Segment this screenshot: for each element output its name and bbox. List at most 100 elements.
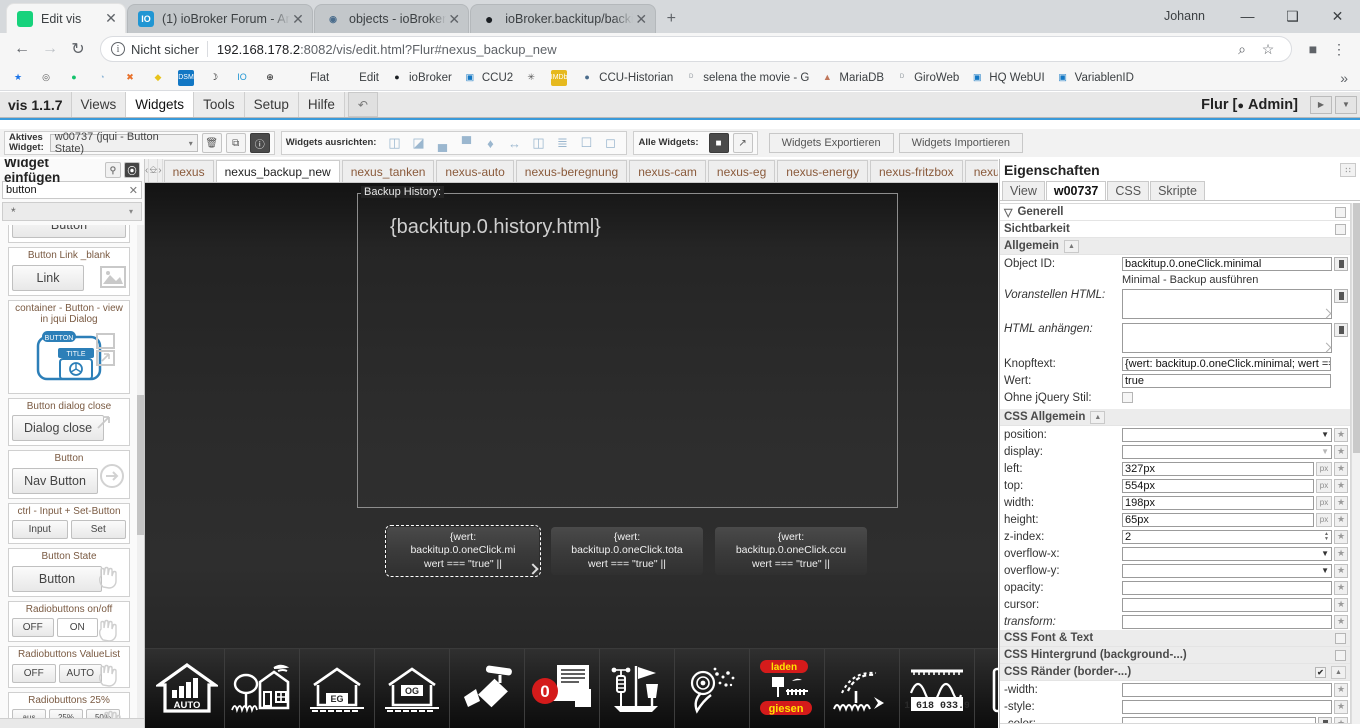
- dock-item-garden-house[interactable]: [225, 649, 300, 728]
- lock-icon[interactable]: ■: [708, 133, 729, 153]
- maximize-icon[interactable]: ❑: [1270, 0, 1315, 32]
- object-picker-icon[interactable]: [1334, 256, 1348, 271]
- wert-input[interactable]: true: [1122, 373, 1331, 388]
- backup-history-box[interactable]: {backitup.0.history.html}: [357, 193, 898, 508]
- group-checkbox[interactable]: [1335, 649, 1346, 661]
- drag-handle-icon[interactable]: ∷: [1340, 163, 1356, 177]
- palette-filter-select[interactable]: * ▾: [2, 202, 142, 221]
- width-input[interactable]: 198px: [1122, 495, 1314, 510]
- border-style-input[interactable]: [1122, 699, 1332, 714]
- bind-star-icon[interactable]: ★: [1334, 478, 1348, 493]
- group-css-font[interactable]: CSS Font & Text: [1000, 630, 1350, 647]
- align-v-center-icon[interactable]: ♦: [480, 133, 500, 153]
- bookmark-item[interactable]: ✖: [118, 67, 146, 89]
- bind-star-icon[interactable]: ★: [1334, 716, 1348, 723]
- new-tab-button[interactable]: +: [657, 5, 685, 33]
- list-item[interactable]: Button Nav Button: [8, 450, 130, 499]
- view-tab-nexus-fritzbox[interactable]: nexus-fritzbox: [869, 160, 963, 182]
- overflow-x-select[interactable]: ▼: [1122, 546, 1332, 561]
- tab-skripte[interactable]: Skripte: [1150, 181, 1205, 200]
- delete-widget-button[interactable]: 🗑: [201, 133, 222, 153]
- spinner-icon[interactable]: ▲ ▼: [1324, 531, 1329, 542]
- bookmark-star-icon[interactable]: ☆: [1255, 36, 1281, 62]
- view-tab-nexus-cam[interactable]: nexus-cam: [629, 160, 706, 182]
- address-bar[interactable]: i Nicht sicher 192.168.178.2 :8082/vis/e…: [100, 36, 1292, 62]
- bind-star-icon[interactable]: ★: [1334, 495, 1348, 510]
- minimize-icon[interactable]: —: [1225, 0, 1270, 32]
- resize-handle[interactable]: [527, 563, 539, 575]
- dock-item-printer[interactable]: 0: [525, 649, 600, 728]
- scrollbar-thumb[interactable]: [1353, 203, 1360, 453]
- dock-item-camera[interactable]: [450, 649, 525, 728]
- close-icon[interactable]: ✕: [633, 11, 649, 28]
- group-sichtbarkeit[interactable]: Sichtbarkeit: [1000, 221, 1350, 238]
- bookmark-item[interactable]: Edit: [335, 67, 385, 89]
- menu-widgets[interactable]: Widgets: [125, 92, 195, 117]
- tab-widget[interactable]: w00737: [1045, 181, 1107, 200]
- dock-item-weather-station[interactable]: [600, 649, 675, 728]
- collapse-icon[interactable]: ▲: [1063, 239, 1079, 253]
- close-icon[interactable]: ✕: [103, 10, 119, 27]
- dock-item-power-meter[interactable]: 1 618 033.9: [900, 649, 975, 728]
- border-width-input[interactable]: [1122, 682, 1332, 697]
- view-tab-nexus-more[interactable]: nexus-: [964, 160, 998, 182]
- bind-star-icon[interactable]: ★: [1334, 682, 1348, 697]
- ohne-jquery-checkbox[interactable]: [1122, 392, 1133, 403]
- play-icon[interactable]: ▶: [1310, 95, 1332, 114]
- bind-star-icon[interactable]: ★: [1334, 427, 1348, 442]
- group-css-border[interactable]: CSS Ränder (border-...) ✔ ▲: [1000, 664, 1350, 681]
- browser-tab-3[interactable]: ● ioBroker.backitup/backitu ✕: [470, 4, 657, 33]
- menu-setup[interactable]: Setup: [243, 92, 299, 117]
- menu-hilfe[interactable]: Hilfe: [297, 92, 345, 117]
- list-item[interactable]: Radiobuttons ValueList OFF AUTO: [8, 646, 130, 688]
- view-tabs-home-icon[interactable]: ⎒: [149, 159, 159, 182]
- bookmark-item[interactable]: ● CCU-Historian: [575, 67, 679, 89]
- bookmark-item[interactable]: ᴰ GiroWeb: [890, 67, 965, 89]
- tab-view[interactable]: View: [1002, 181, 1045, 200]
- key-icon[interactable]: ⚲: [104, 162, 121, 178]
- info-icon[interactable]: i: [111, 42, 125, 56]
- unit-px-button[interactable]: px: [1316, 512, 1332, 527]
- view-tab-nexus[interactable]: nexus: [163, 160, 214, 182]
- widgets-export-button[interactable]: Widgets Exportieren: [768, 133, 894, 153]
- bookmark-item[interactable]: DSM: [174, 67, 202, 89]
- view-tab-nexus-backup-new[interactable]: nexus_backup_new: [215, 160, 340, 182]
- dock-item-laden-giesen[interactable]: laden giesen: [750, 649, 825, 728]
- bookmark-item[interactable]: ◎: [34, 67, 62, 89]
- object-id-input[interactable]: backitup.0.oneClick.minimal: [1122, 256, 1332, 271]
- list-item[interactable]: container - Button - view in jqui Dialog…: [8, 299, 130, 394]
- widgets-import-button[interactable]: Widgets Importieren: [898, 133, 1024, 153]
- view-tab-nexus-energy[interactable]: nexus-energy: [777, 160, 868, 182]
- vis-canvas[interactable]: {backitup.0.history.html} Backup History…: [145, 183, 998, 728]
- dock-item-battery[interactable]: [975, 649, 998, 728]
- palette-scrollbar[interactable]: [137, 225, 144, 728]
- align-left-icon[interactable]: ◫: [384, 133, 404, 153]
- bookmark-item[interactable]: ●: [62, 67, 90, 89]
- bookmark-item[interactable]: ⊕: [258, 67, 286, 89]
- view-tab-nexus-auto[interactable]: nexus-auto: [436, 160, 514, 182]
- list-item[interactable]: Radiobuttons on/off OFF ON: [8, 600, 130, 642]
- same-height-icon[interactable]: ◻: [600, 133, 620, 153]
- bookmark-item[interactable]: ● ioBroker: [385, 67, 458, 89]
- bookmark-item[interactable]: ◔: [90, 67, 118, 89]
- bookmark-item[interactable]: ☽: [202, 67, 230, 89]
- border-color-input[interactable]: [1122, 716, 1316, 723]
- bookmark-item[interactable]: ★: [6, 67, 34, 89]
- active-widget-select[interactable]: w00737 (jqui - Button State) ▾: [49, 131, 198, 155]
- align-right-icon[interactable]: ◪: [408, 133, 428, 153]
- list-item[interactable]: Button: [8, 225, 130, 243]
- group-css-allgemein[interactable]: CSS Allgemein ▲: [1000, 409, 1350, 426]
- bookmark-item[interactable]: ▣ HQ WebUI: [965, 67, 1050, 89]
- bookmark-item[interactable]: ᴰ selena the movie - G: [679, 67, 815, 89]
- bind-star-icon[interactable]: ★: [1334, 563, 1348, 578]
- bookmark-item[interactable]: ▣ CCU2: [458, 67, 519, 89]
- view-tab-nexus-beregnung[interactable]: nexus-beregnung: [515, 160, 628, 182]
- resize-grip[interactable]: [1321, 308, 1332, 319]
- overflow-y-select[interactable]: ▼: [1122, 563, 1332, 578]
- close-icon[interactable]: ✕: [290, 11, 306, 28]
- group-allgemein[interactable]: Allgemein ▲: [1000, 238, 1350, 255]
- cursor-input[interactable]: [1122, 597, 1332, 612]
- dock-item-dandelion[interactable]: [675, 649, 750, 728]
- resize-grip[interactable]: [1321, 342, 1332, 353]
- bookmark-item[interactable]: ◆: [146, 67, 174, 89]
